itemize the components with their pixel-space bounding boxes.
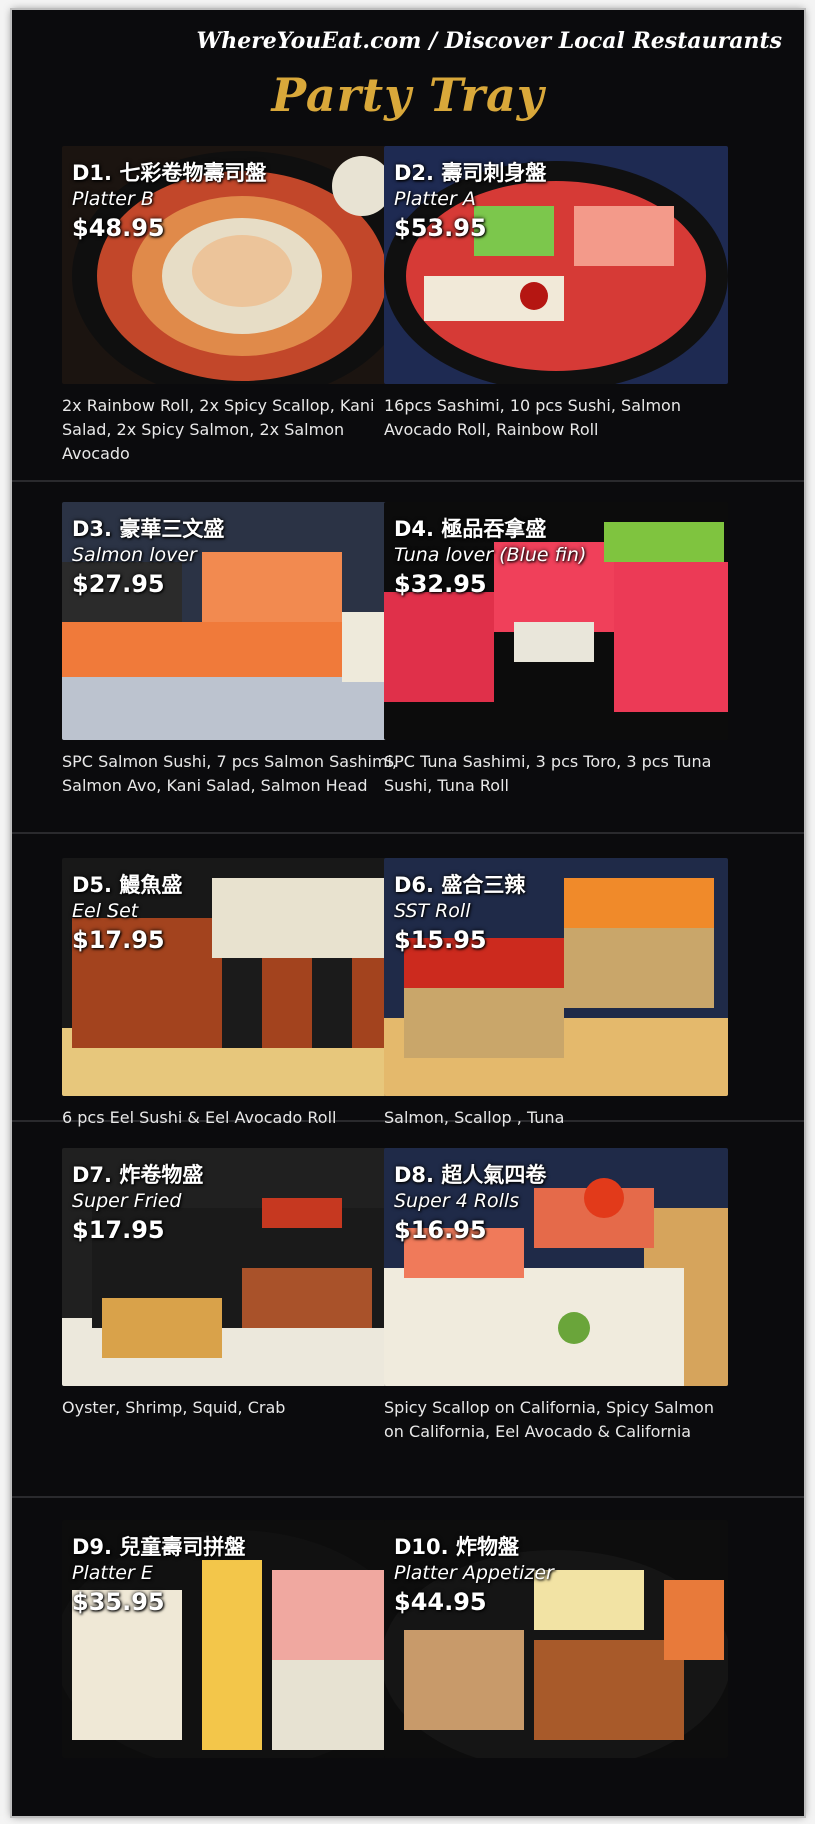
item-description: 16pcs Sashimi, 10 pcs Sushi, Salmon Avoc… — [384, 396, 681, 439]
food-photo: D9. 兒童壽司拼盤 Platter E $35.95 — [62, 1520, 406, 1758]
menu-item-d7[interactable]: D7. 炸卷物盛 Super Fried $17.95 Oyster, Shri… — [62, 1148, 406, 1420]
item-code: D7. 炸卷物盛 — [72, 1163, 204, 1187]
item-description: Oyster, Shrimp, Squid, Crab — [62, 1398, 286, 1417]
item-description: Spicy Scallop on California, Spicy Salmo… — [384, 1398, 714, 1441]
food-photo: D1. 七彩卷物壽司盤 Platter B $48.95 — [62, 146, 406, 384]
item-subtitle: SST Roll — [394, 900, 471, 922]
food-photo: D6. 盛合三辣 SST Roll $15.95 — [384, 858, 728, 1096]
food-photo: D3. 豪華三文盛 Salmon lover $27.95 — [62, 502, 406, 740]
divider — [12, 480, 804, 482]
item-code: D4. 極品吞拿盛 — [394, 517, 547, 541]
section-title: Party Tray — [271, 68, 545, 122]
item-price: $53.95 — [394, 214, 487, 242]
item-subtitle: Eel Set — [72, 900, 139, 922]
item-description: SPC Tuna Sashimi, 3 pcs Toro, 3 pcs Tuna… — [384, 752, 712, 795]
menu-item-d5[interactable]: D5. 鰻魚盛 Eel Set $17.95 6 pcs Eel Sushi &… — [62, 858, 406, 1130]
item-subtitle: Super Fried — [72, 1190, 182, 1212]
item-subtitle: Platter A — [394, 188, 476, 210]
item-subtitle: Super 4 Rolls — [394, 1190, 520, 1212]
food-photo: D8. 超人氣四卷 Super 4 Rolls $16.95 — [384, 1148, 728, 1386]
item-code: D10. 炸物盤 — [394, 1535, 519, 1559]
item-price: $17.95 — [72, 1216, 165, 1244]
item-code: D8. 超人氣四卷 — [394, 1163, 547, 1187]
item-code: D3. 豪華三文盛 — [72, 517, 225, 541]
item-description: Salmon, Scallop , Tuna — [384, 1108, 565, 1127]
item-price: $44.95 — [394, 1588, 487, 1616]
divider — [12, 832, 804, 834]
menu-item-d1[interactable]: D1. 七彩卷物壽司盤 Platter B $48.95 2x Rainbow … — [62, 146, 406, 466]
food-photo: D2. 壽司刺身盤 Platter A $53.95 — [384, 146, 728, 384]
menu-page: WhereYouEat.com / Discover Local Restaur… — [12, 10, 804, 1816]
item-description: 2x Rainbow Roll, 2x Spicy Scallop, Kani … — [62, 396, 375, 463]
item-price: $16.95 — [394, 1216, 487, 1244]
menu-item-d9[interactable]: D9. 兒童壽司拼盤 Platter E $35.95 — [62, 1520, 406, 1758]
item-code: D5. 鰻魚盛 — [72, 873, 183, 897]
item-subtitle: Platter B — [72, 188, 154, 210]
item-subtitle: Salmon lover — [72, 544, 197, 566]
menu-item-d8[interactable]: D8. 超人氣四卷 Super 4 Rolls $16.95 Spicy Sca… — [384, 1148, 728, 1444]
item-price: $27.95 — [72, 570, 165, 598]
food-photo: D7. 炸卷物盛 Super Fried $17.95 — [62, 1148, 406, 1386]
menu-item-d6[interactable]: D6. 盛合三辣 SST Roll $15.95 Salmon, Scallop… — [384, 858, 728, 1130]
watermark: WhereYouEat.com / Discover Local Restaur… — [196, 28, 783, 54]
food-photo: D5. 鰻魚盛 Eel Set $17.95 — [62, 858, 406, 1096]
item-code: D1. 七彩卷物壽司盤 — [72, 161, 267, 185]
item-description: SPC Salmon Sushi, 7 pcs Salmon Sashimi, … — [62, 752, 398, 795]
item-subtitle: Platter Appetizer — [394, 1562, 554, 1584]
menu-item-d3[interactable]: D3. 豪華三文盛 Salmon lover $27.95 SPC Salmon… — [62, 502, 406, 798]
item-price: $15.95 — [394, 926, 487, 954]
menu-item-d10[interactable]: D10. 炸物盤 Platter Appetizer $44.95 — [384, 1520, 728, 1758]
food-photo: D10. 炸物盤 Platter Appetizer $44.95 — [384, 1520, 728, 1758]
menu-item-d4[interactable]: D4. 極品吞拿盛 Tuna lover (Blue fin) $32.95 S… — [384, 502, 728, 798]
item-price: $35.95 — [72, 1588, 165, 1616]
divider — [12, 1496, 804, 1498]
item-code: D6. 盛合三辣 — [394, 873, 526, 897]
item-description: 6 pcs Eel Sushi & Eel Avocado Roll — [62, 1108, 337, 1127]
item-subtitle: Tuna lover (Blue fin) — [394, 544, 587, 566]
item-price: $17.95 — [72, 926, 165, 954]
item-price: $32.95 — [394, 570, 487, 598]
item-code: D9. 兒童壽司拼盤 — [72, 1535, 246, 1559]
item-code: D2. 壽司刺身盤 — [394, 161, 547, 185]
item-price: $48.95 — [72, 214, 165, 242]
menu-item-d2[interactable]: D2. 壽司刺身盤 Platter A $53.95 16pcs Sashimi… — [384, 146, 728, 442]
food-photo: D4. 極品吞拿盛 Tuna lover (Blue fin) $32.95 — [384, 502, 728, 740]
item-subtitle: Platter E — [72, 1562, 153, 1584]
